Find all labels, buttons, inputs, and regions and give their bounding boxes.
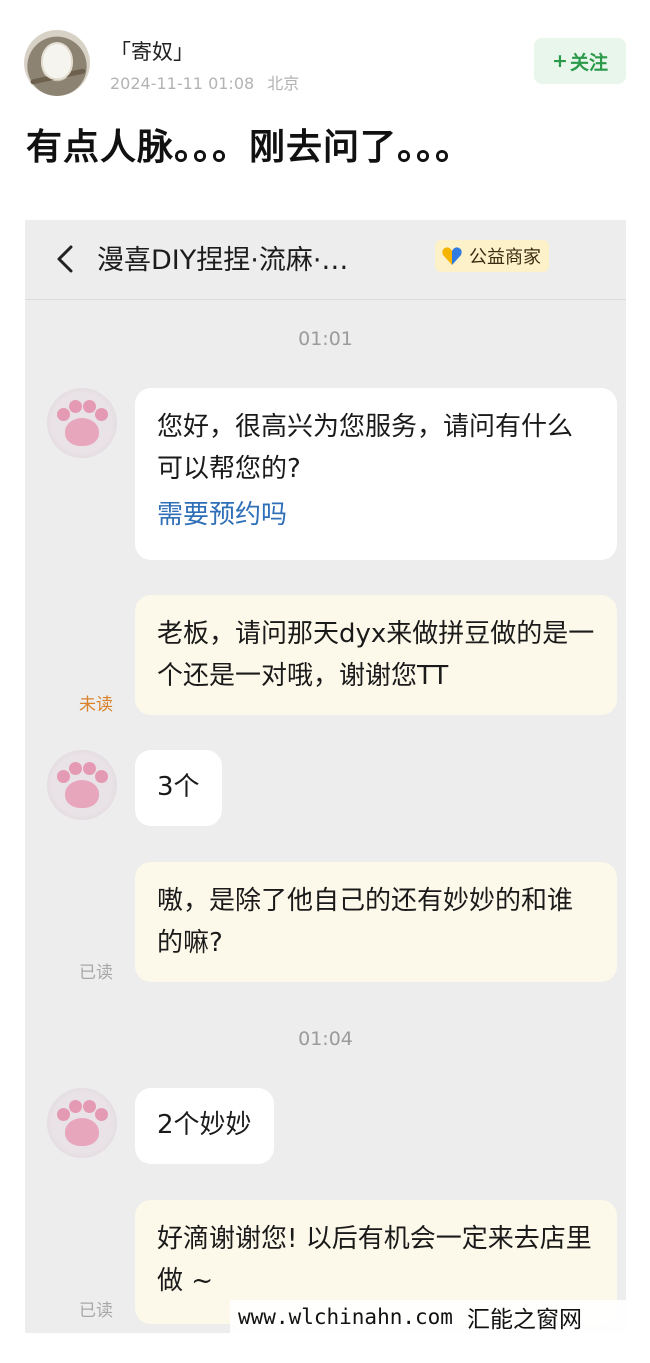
message-text: 好滴谢谢您! 以后有机会一定来去店里做 ~ xyxy=(157,1224,592,1296)
merchant-avatar[interactable] xyxy=(47,750,117,820)
read-status: 已读 xyxy=(79,963,113,983)
merchant-badge-label: 公益商家 xyxy=(469,247,541,268)
chat-topbar: 漫喜DIY捏捏·流麻·… 公益商家 xyxy=(25,220,626,300)
follow-label: 关注 xyxy=(569,51,608,74)
post-title: 有点人脉。。。刚去问了。。。 xyxy=(26,127,473,168)
post-date: 2024-11-11 01:08 xyxy=(110,74,255,93)
merchant-avatar[interactable] xyxy=(47,388,117,458)
user-avatar[interactable] xyxy=(24,30,90,96)
time-label: 01:01 xyxy=(298,328,353,350)
merchant-badge: 公益商家 xyxy=(435,240,549,272)
paw-pad xyxy=(65,780,99,808)
post-location: 北京 xyxy=(267,74,300,93)
post-header: 「寄奴」 2024-11-11 01:08 北京 + 关注 xyxy=(24,28,626,98)
paw-pad xyxy=(65,1118,99,1146)
chat-screenshot: 漫喜DIY捏捏·流麻·… 公益商家 01:01 您好，很高兴为您服务，请问有什么… xyxy=(25,220,626,1333)
message-text: 3个 xyxy=(157,772,200,802)
merchant-avatar[interactable] xyxy=(47,1088,117,1158)
bird-shape xyxy=(43,44,71,78)
message-text: 您好，很高兴为您服务，请问有什么可以帮您的? xyxy=(157,412,574,484)
message-bubble-incoming: 您好，很高兴为您服务，请问有什么可以帮您的? 需要预约吗 xyxy=(135,388,617,560)
paw-toe xyxy=(83,762,96,775)
paw-toe xyxy=(69,1100,82,1113)
paw-toe xyxy=(57,1108,70,1121)
paw-toe xyxy=(69,762,82,775)
message-bubble-incoming: 3个 xyxy=(135,750,222,826)
message-bubble-incoming: 2个妙妙 xyxy=(135,1088,274,1164)
message-text: 2个妙妙 xyxy=(157,1110,252,1140)
unread-status: 未读 xyxy=(79,695,113,715)
paw-pad xyxy=(65,418,99,446)
time-label: 01:04 xyxy=(298,1028,353,1050)
read-status: 已读 xyxy=(79,1301,113,1321)
chat-title[interactable]: 漫喜DIY捏捏·流麻·… xyxy=(97,238,348,277)
site-watermark: www.wlchinahn.com 汇能之窗网 xyxy=(230,1300,630,1334)
message-bubble-outgoing: 老板，请问那天dyx来做拼豆做的是一个还是一对哦，谢谢您TT xyxy=(135,595,617,715)
plus-icon: + xyxy=(552,50,568,72)
back-chevron-icon[interactable] xyxy=(51,244,81,274)
paw-toe xyxy=(69,400,82,413)
watermark-url: www.wlchinahn.com xyxy=(238,1305,453,1329)
message-bubble-outgoing: 嗷，是除了他自己的还有妙妙的和谁的嘛? xyxy=(135,862,617,982)
post-page: 「寄奴」 2024-11-11 01:08 北京 + 关注 有点人脉。。。刚去问… xyxy=(0,0,650,1363)
watermark-name: 汇能之窗网 xyxy=(466,1307,582,1333)
paw-toe xyxy=(57,408,70,421)
follow-button[interactable]: + 关注 xyxy=(534,38,626,84)
post-meta: 2024-11-11 01:08 北京 xyxy=(110,70,299,94)
charity-heart-icon xyxy=(442,247,462,265)
user-name[interactable]: 「寄奴」 xyxy=(110,36,194,66)
paw-toe xyxy=(95,408,108,421)
message-text: 老板，请问那天dyx来做拼豆做的是一个还是一对哦，谢谢您TT xyxy=(157,619,595,691)
reservation-link[interactable]: 需要预约吗 xyxy=(157,494,595,536)
paw-toe xyxy=(83,400,96,413)
paw-toe xyxy=(57,770,70,783)
message-text: 嗷，是除了他自己的还有妙妙的和谁的嘛? xyxy=(157,886,574,958)
paw-toe xyxy=(83,1100,96,1113)
paw-toe xyxy=(95,1108,108,1121)
paw-toe xyxy=(95,770,108,783)
